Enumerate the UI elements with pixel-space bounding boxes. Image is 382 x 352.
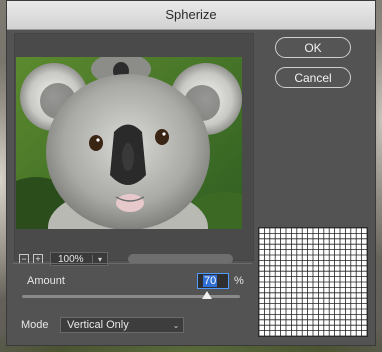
- amount-unit: %: [234, 275, 244, 287]
- zoom-controls: − + 100% ▾: [19, 251, 108, 267]
- distortion-grid-preview: [258, 227, 368, 337]
- grid-lines: [258, 227, 368, 337]
- mode-label: Mode: [21, 319, 49, 331]
- amount-label: Amount: [27, 275, 65, 287]
- cancel-button[interactable]: Cancel: [275, 67, 351, 88]
- koala-illustration: [16, 57, 242, 229]
- preview-image[interactable]: [16, 57, 242, 229]
- ok-button[interactable]: OK: [275, 37, 351, 58]
- spherize-dialog: Spherize − + 100% ▾ Amount 70 % Mode Ver…: [6, 0, 376, 346]
- mode-select[interactable]: Vertical Only ⌄: [60, 317, 184, 333]
- amount-value: 70: [203, 275, 218, 287]
- amount-input[interactable]: 70: [197, 273, 229, 289]
- amount-slider-handle[interactable]: [202, 291, 213, 299]
- mode-selected-value: Vertical Only: [67, 319, 129, 331]
- chevron-down-icon: ⌄: [172, 320, 180, 330]
- divider: [13, 263, 252, 264]
- dialog-title: Spherize: [7, 1, 375, 30]
